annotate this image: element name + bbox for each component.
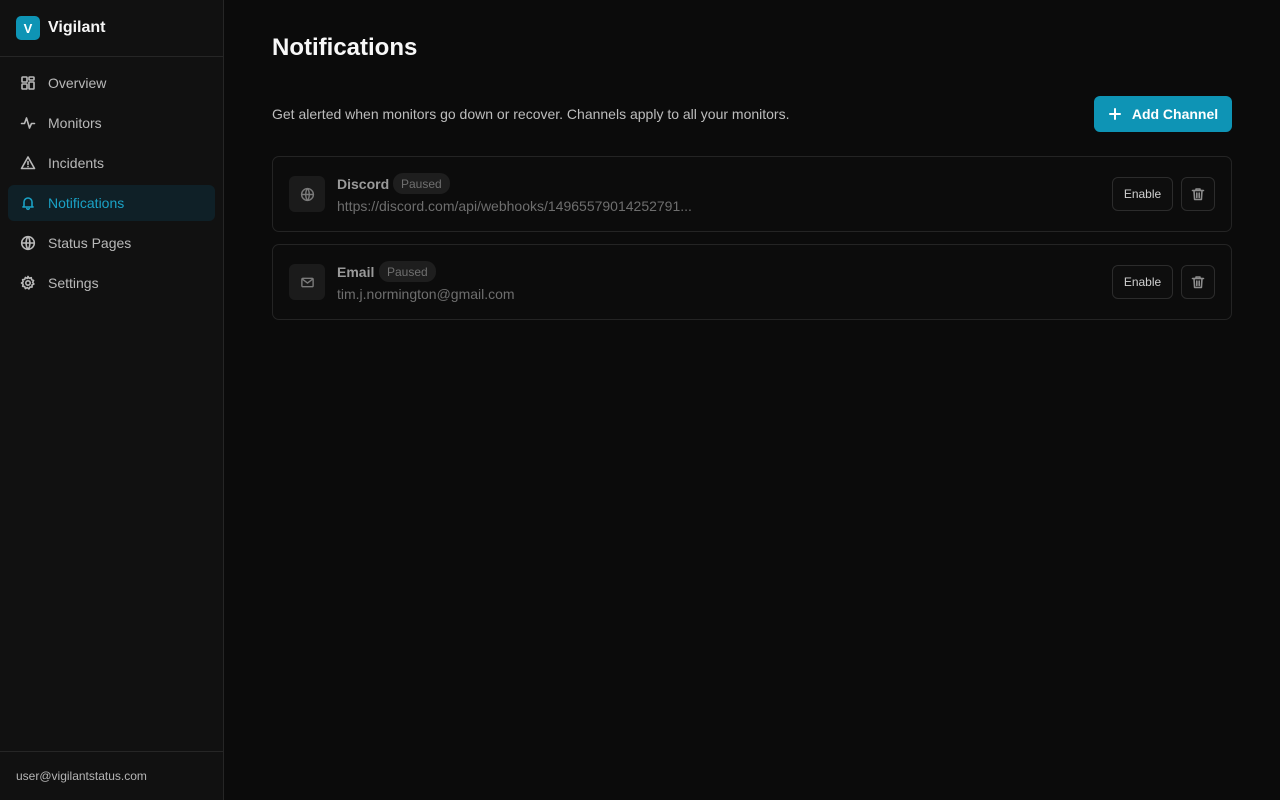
trash-icon — [1191, 275, 1205, 289]
add-channel-button[interactable]: Add Channel — [1094, 96, 1232, 132]
enable-button[interactable]: Enable — [1112, 265, 1173, 299]
trash-icon — [1191, 187, 1205, 201]
main-content: Notifications Get alerted when monitors … — [224, 0, 1280, 800]
channel-name: Email — [337, 264, 375, 280]
add-channel-label: Add Channel — [1131, 106, 1219, 122]
sidebar-nav: Overview Monitors Incidents Notification… — [0, 57, 223, 313]
page-title: Notifications — [272, 34, 418, 61]
status-badge: Paused — [379, 261, 436, 282]
delete-button[interactable] — [1181, 177, 1215, 211]
sidebar-item-label: Notifications — [48, 195, 125, 211]
globe-icon — [20, 235, 36, 251]
brand-logo: V — [16, 16, 40, 40]
sidebar-item-label: Overview — [48, 75, 107, 91]
sidebar-item-incidents[interactable]: Incidents — [8, 145, 215, 181]
delete-button[interactable] — [1181, 265, 1215, 299]
alert-triangle-icon — [20, 155, 36, 171]
sidebar-item-status-pages[interactable]: Status Pages — [8, 225, 215, 261]
sidebar-item-label: Monitors — [48, 115, 102, 131]
mail-icon — [289, 264, 325, 300]
sidebar-item-monitors[interactable]: Monitors — [8, 105, 215, 141]
sidebar-item-label: Status Pages — [48, 235, 132, 251]
sidebar-item-overview[interactable]: Overview — [8, 65, 215, 101]
status-badge: Paused — [393, 173, 450, 194]
sidebar-item-label: Incidents — [48, 155, 105, 171]
activity-icon — [20, 115, 36, 131]
brand-name: Vigilant — [48, 19, 106, 36]
gear-icon — [20, 275, 36, 291]
sidebar: V Vigilant Overview Monitors Incidents N… — [0, 0, 224, 800]
brand[interactable]: V Vigilant — [0, 0, 223, 57]
plus-icon — [1108, 107, 1122, 121]
channel-detail: https://discord.com/api/webhooks/1496557… — [337, 198, 692, 214]
sidebar-item-settings[interactable]: Settings — [8, 265, 215, 301]
sidebar-item-label: Settings — [48, 275, 99, 291]
enable-button[interactable]: Enable — [1112, 177, 1173, 211]
channel-card-discord: Discord Paused https://discord.com/api/w… — [272, 156, 1232, 232]
channel-detail: tim.j.normington@gmail.com — [337, 286, 515, 302]
globe-icon — [289, 176, 325, 212]
page-subtitle: Get alerted when monitors go down or rec… — [272, 106, 790, 122]
channel-name: Discord — [337, 176, 390, 192]
layout-grid-icon — [20, 75, 36, 91]
sidebar-item-notifications[interactable]: Notifications — [8, 185, 215, 221]
channel-card-email: Email Paused tim.j.normington@gmail.com … — [272, 244, 1232, 320]
bell-icon — [20, 195, 36, 211]
user-email[interactable]: user@vigilantstatus.com — [0, 751, 223, 800]
